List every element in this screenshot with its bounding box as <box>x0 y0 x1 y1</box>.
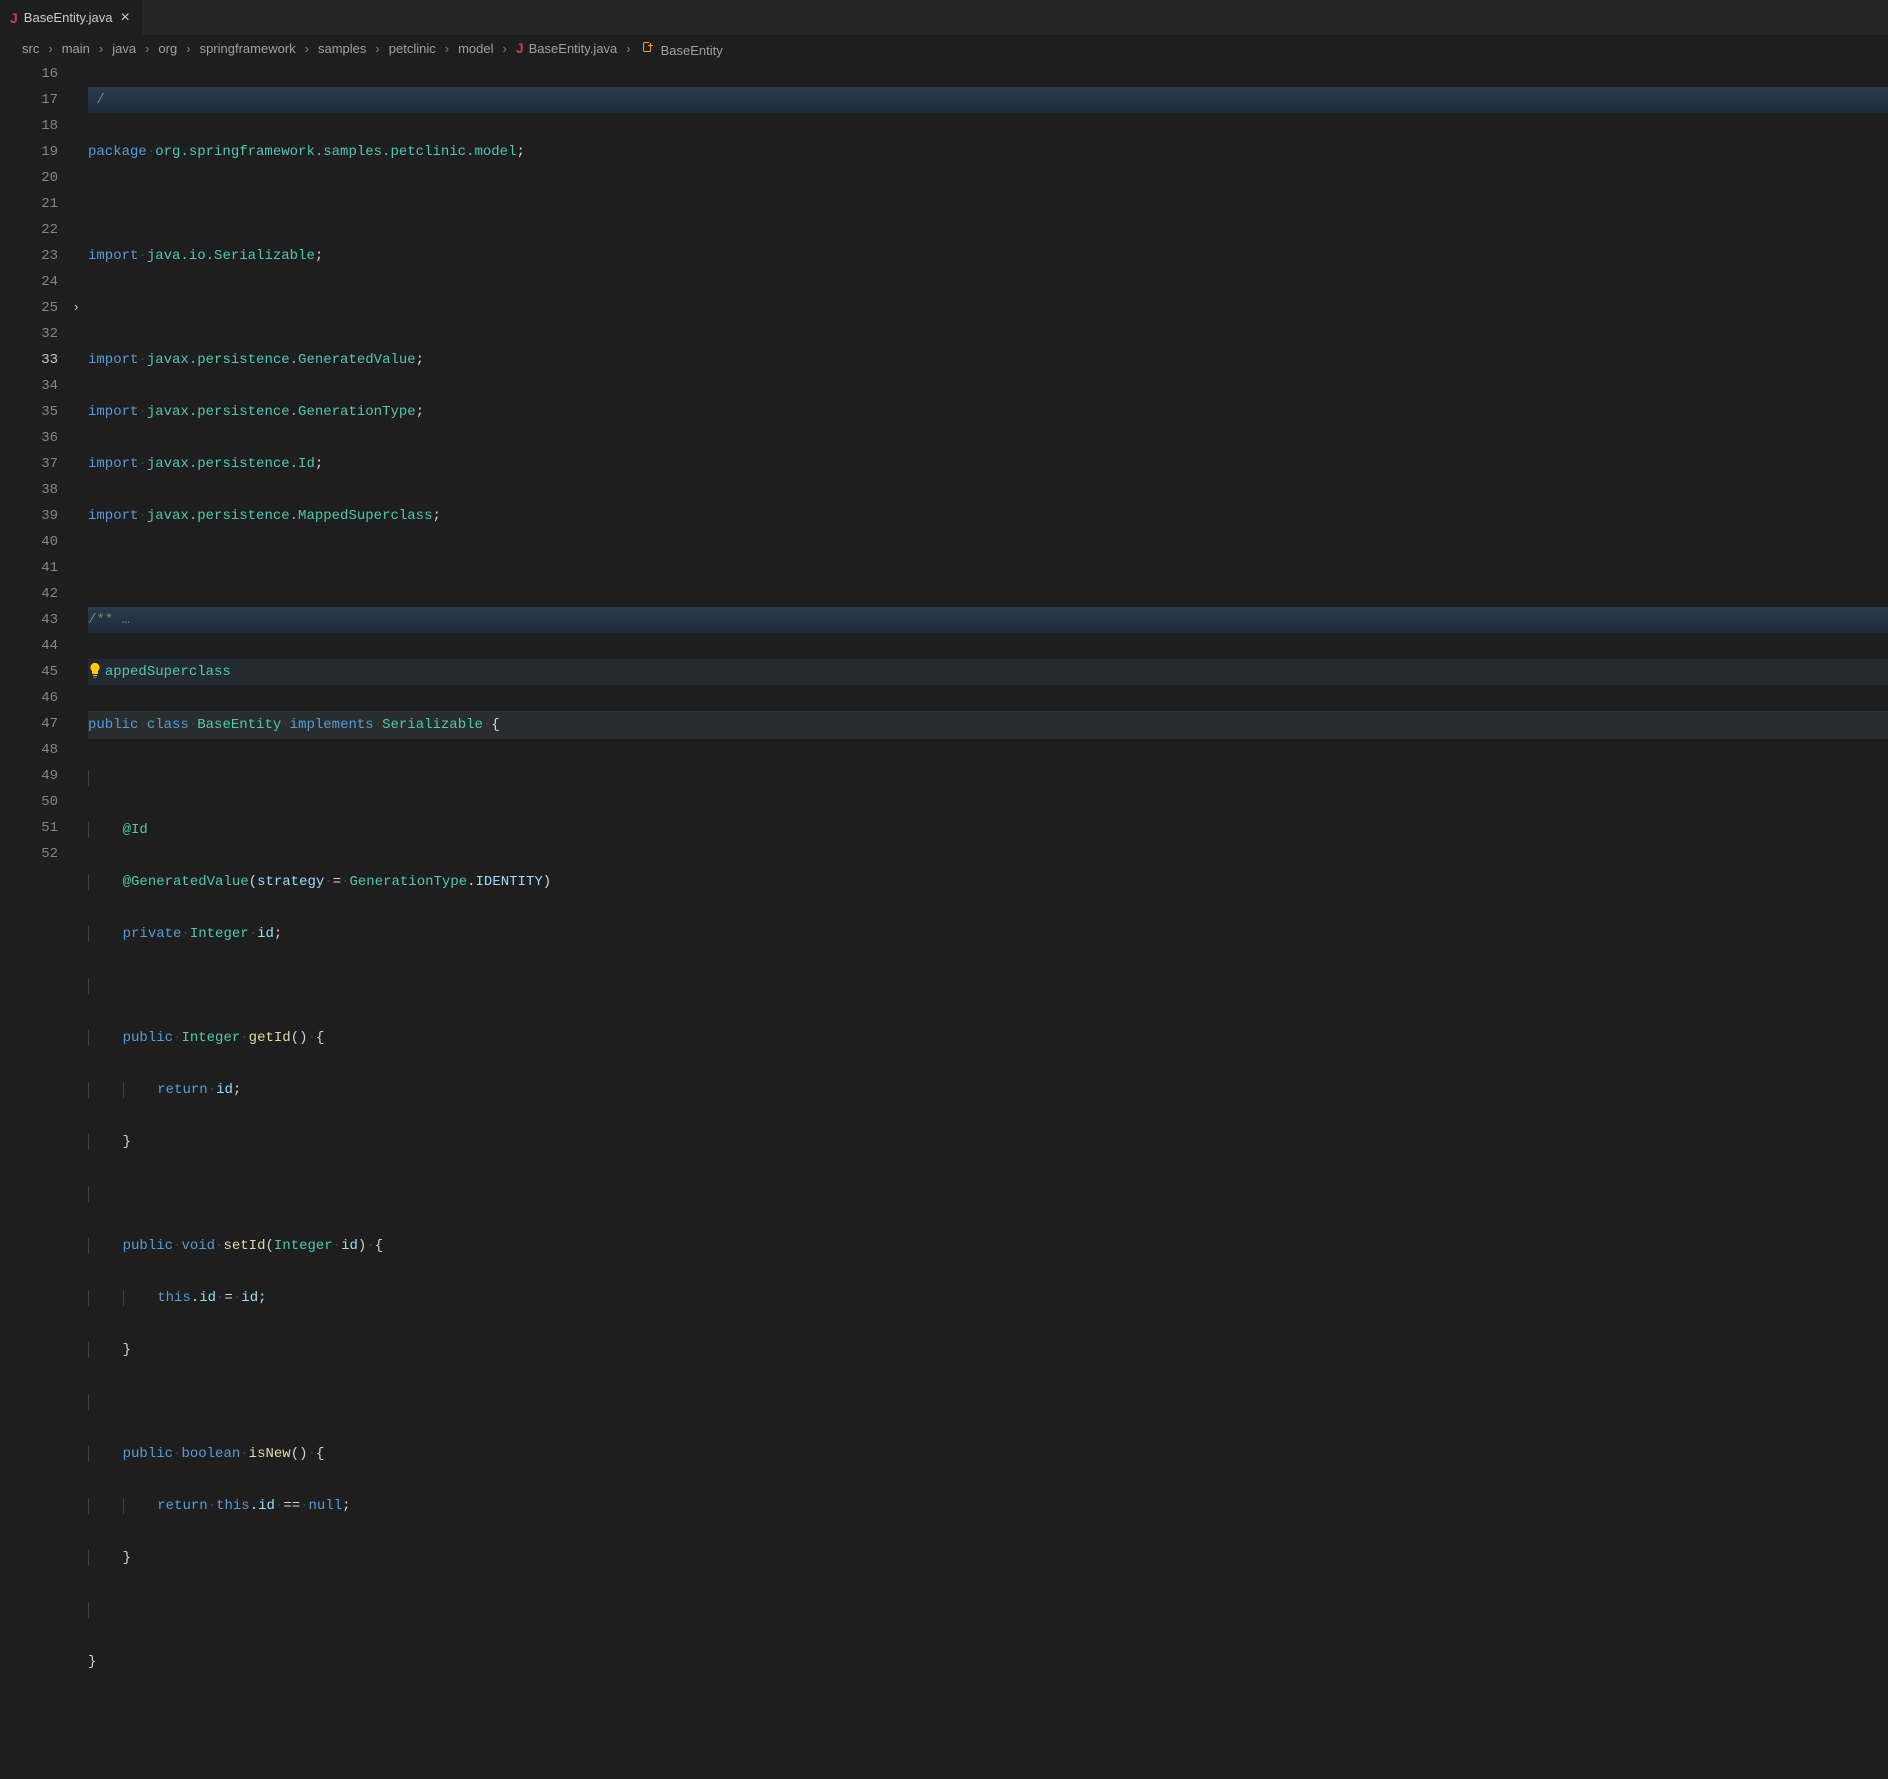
code-line[interactable] <box>88 1701 1888 1727</box>
breadcrumb-item[interactable]: org <box>156 41 179 56</box>
chevron-right-icon: › <box>623 41 633 56</box>
line-number: 22 <box>0 217 88 243</box>
code-line[interactable]: } <box>88 1129 1888 1155</box>
line-number: 16 <box>0 61 88 87</box>
tab-bar: J BaseEntity.java × <box>0 0 1888 35</box>
line-number: 39 <box>0 503 88 529</box>
code-line[interactable] <box>88 191 1888 217</box>
code-line[interactable]: public·boolean·isNew()·{ <box>88 1441 1888 1467</box>
fold-caret-icon[interactable]: › <box>72 295 80 321</box>
code-line[interactable]: public·class·BaseEntity·implements·Seria… <box>88 711 1888 739</box>
code-line[interactable]: import·javax.persistence.GeneratedValue; <box>88 347 1888 373</box>
code-line[interactable]: return·this.id·==·null; <box>88 1493 1888 1519</box>
line-number: 35 <box>0 399 88 425</box>
code-line[interactable]: public·Integer·getId()·{ <box>88 1025 1888 1051</box>
java-file-icon: J <box>10 10 18 26</box>
code-line[interactable]: /** … <box>88 607 1888 633</box>
code-area[interactable]: / package·org.springframework.samples.pe… <box>88 61 1888 1779</box>
line-number: 21 <box>0 191 88 217</box>
line-number: 49 <box>0 763 88 789</box>
chevron-right-icon: › <box>442 41 452 56</box>
line-number: 42 <box>0 581 88 607</box>
code-line[interactable]: @GeneratedValue(strategy·=·GenerationTyp… <box>88 869 1888 895</box>
line-number: 33 <box>0 347 88 373</box>
breadcrumb-item[interactable]: src <box>20 41 41 56</box>
breadcrumbs: src › main › java › org › springframewor… <box>0 35 1888 61</box>
code-line[interactable]: import·javax.persistence.Id; <box>88 451 1888 477</box>
code-line[interactable] <box>88 555 1888 581</box>
line-number: 23 <box>0 243 88 269</box>
line-number-gutter: 16 17 18 19 20 21 22 23 24 25› 32 33 34 … <box>0 61 88 1779</box>
code-line[interactable]: } <box>88 1649 1888 1675</box>
line-number: 50 <box>0 789 88 815</box>
chevron-right-icon: › <box>302 41 312 56</box>
code-line[interactable]: import·javax.persistence.GenerationType; <box>88 399 1888 425</box>
chevron-right-icon: › <box>500 41 510 56</box>
code-line[interactable] <box>88 1181 1888 1207</box>
code-line[interactable]: public·void·setId(Integer·id)·{ <box>88 1233 1888 1259</box>
line-number: 43 <box>0 607 88 633</box>
line-number: 24 <box>0 269 88 295</box>
code-line[interactable]: @Id <box>88 817 1888 843</box>
breadcrumb-item[interactable]: petclinic <box>387 41 438 56</box>
code-line[interactable]: / <box>88 87 1888 113</box>
line-number: 32 <box>0 321 88 347</box>
breadcrumb-item[interactable]: springframework <box>198 41 298 56</box>
editor-tab[interactable]: J BaseEntity.java × <box>0 0 143 35</box>
chevron-right-icon: › <box>142 41 152 56</box>
line-number: 44 <box>0 633 88 659</box>
code-line[interactable]: } <box>88 1337 1888 1363</box>
line-number: 38 <box>0 477 88 503</box>
code-line[interactable] <box>88 765 1888 791</box>
line-number: 34 <box>0 373 88 399</box>
breadcrumb-item[interactable]: model <box>456 41 495 56</box>
breadcrumb-item[interactable]: samples <box>316 41 368 56</box>
code-editor[interactable]: 16 17 18 19 20 21 22 23 24 25› 32 33 34 … <box>0 61 1888 1779</box>
line-number: 45 <box>0 659 88 685</box>
chevron-right-icon: › <box>183 41 193 56</box>
breadcrumb-item[interactable]: java <box>110 41 138 56</box>
code-line[interactable]: package·org.springframework.samples.petc… <box>88 139 1888 165</box>
tab-filename: BaseEntity.java <box>24 10 113 25</box>
code-line[interactable]: this.id·=·id; <box>88 1285 1888 1311</box>
code-line[interactable] <box>88 295 1888 321</box>
code-line[interactable] <box>88 973 1888 999</box>
code-line[interactable] <box>88 1597 1888 1623</box>
line-number: 19 <box>0 139 88 165</box>
chevron-right-icon: › <box>96 41 106 56</box>
line-number: 40 <box>0 529 88 555</box>
line-number: 41 <box>0 555 88 581</box>
line-number: 25› <box>0 295 88 321</box>
chevron-right-icon: › <box>45 41 55 56</box>
line-number: 36 <box>0 425 88 451</box>
lightbulb-icon[interactable] <box>87 662 103 678</box>
code-line[interactable]: import·javax.persistence.MappedSuperclas… <box>88 503 1888 529</box>
breadcrumb-symbol[interactable]: BaseEntity <box>638 39 725 58</box>
line-number: 18 <box>0 113 88 139</box>
code-line[interactable]: appedSuperclass <box>88 659 1888 685</box>
code-line[interactable]: return·id; <box>88 1077 1888 1103</box>
breadcrumb-item[interactable]: main <box>60 41 92 56</box>
code-line[interactable]: } <box>88 1545 1888 1571</box>
code-line[interactable] <box>88 1389 1888 1415</box>
breadcrumb-file[interactable]: JBaseEntity.java <box>514 40 619 56</box>
close-icon[interactable]: × <box>118 7 131 29</box>
line-number: 51 <box>0 815 88 841</box>
class-symbol-icon <box>640 39 656 55</box>
java-file-icon: J <box>516 40 524 56</box>
chevron-right-icon: › <box>372 41 382 56</box>
line-number: 17 <box>0 87 88 113</box>
line-number: 52 <box>0 841 88 867</box>
line-number: 48 <box>0 737 88 763</box>
line-number: 46 <box>0 685 88 711</box>
code-line[interactable]: import·java.io.Serializable; <box>88 243 1888 269</box>
line-number: 37 <box>0 451 88 477</box>
line-number: 47 <box>0 711 88 737</box>
code-line[interactable]: private·Integer·id; <box>88 921 1888 947</box>
line-number: 20 <box>0 165 88 191</box>
